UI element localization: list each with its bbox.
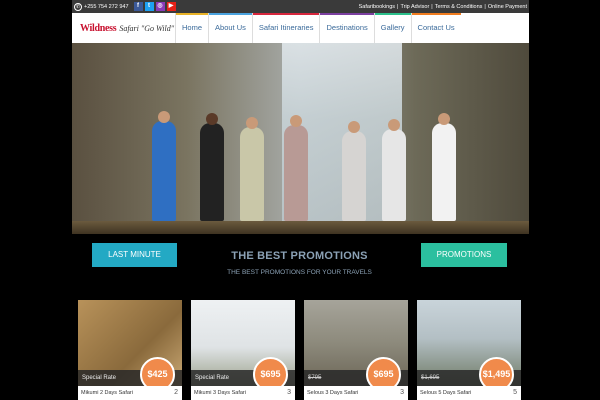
main-nav: Home About Us Safari Itineraries Destina…: [175, 13, 461, 43]
card-caption: Mikumi 2 Days Safari 2: [78, 386, 182, 400]
person: [152, 111, 176, 221]
promotions-title: THE BEST PROMOTIONS: [231, 250, 368, 262]
whatsapp-icon: ✆: [74, 2, 82, 11]
promotions-subtitle: THE BEST PROMOTIONS FOR YOUR TRAVELS: [227, 269, 372, 276]
link-tripadvisor[interactable]: Trip Advisor: [400, 4, 429, 10]
tour-card[interactable]: Special Rate $425 Mikumi 2 Days Safari 2: [78, 300, 182, 400]
nav-home[interactable]: Home: [175, 13, 209, 43]
person: [342, 121, 366, 221]
hero-image: [72, 43, 529, 234]
logo[interactable]: Wildness Safari "Go Wild": [72, 13, 175, 43]
nav-contact-us[interactable]: Contact Us: [410, 13, 461, 43]
nav-safari-itineraries[interactable]: Safari Itineraries: [251, 13, 320, 43]
card-caption: Selous 5 Days Safari 5: [417, 386, 521, 400]
phone-number[interactable]: +255 754 272 947: [84, 4, 129, 10]
link-terms[interactable]: Terms & Conditions: [435, 4, 483, 10]
person: [382, 119, 406, 221]
facebook-icon[interactable]: f: [133, 2, 143, 11]
tour-card[interactable]: Special Rate $695 Mikumi 3 Days Safari 3: [191, 300, 295, 400]
twitter-icon[interactable]: t: [144, 2, 154, 11]
instagram-icon[interactable]: ◎: [155, 2, 165, 11]
nav-gallery[interactable]: Gallery: [373, 13, 411, 43]
tour-card[interactable]: $1,695 $1,495 Selous 5 Days Safari 5: [417, 300, 521, 400]
link-online-payment[interactable]: Online Payment: [488, 4, 527, 10]
person: [432, 113, 456, 221]
tour-card[interactable]: $795 $695 Selous 3 Days Safari 3: [304, 300, 408, 400]
logo-text: Wildness: [80, 22, 117, 34]
card-caption: Selous 3 Days Safari 3: [304, 386, 408, 400]
card-caption: Mikumi 3 Days Safari 3: [191, 386, 295, 400]
nav-about-us[interactable]: About Us: [208, 13, 252, 43]
site-header: Wildness Safari "Go Wild" Home About Us …: [72, 13, 529, 43]
wooden-bridge: [72, 221, 529, 234]
person: [200, 113, 224, 221]
last-minute-button[interactable]: LAST MINUTE: [92, 243, 177, 267]
person: [240, 117, 264, 221]
person: [284, 115, 308, 221]
link-safaribookings[interactable]: Safaribookings: [359, 4, 395, 10]
top-bar: ✆ +255 754 272 947 f t ◎ ▶ Safaribooking…: [72, 0, 529, 13]
nav-destinations[interactable]: Destinations: [319, 13, 375, 43]
logo-sub: Safari "Go Wild": [119, 23, 175, 33]
youtube-icon[interactable]: ▶: [166, 2, 176, 11]
promotions-button[interactable]: PROMOTIONS: [421, 243, 507, 267]
